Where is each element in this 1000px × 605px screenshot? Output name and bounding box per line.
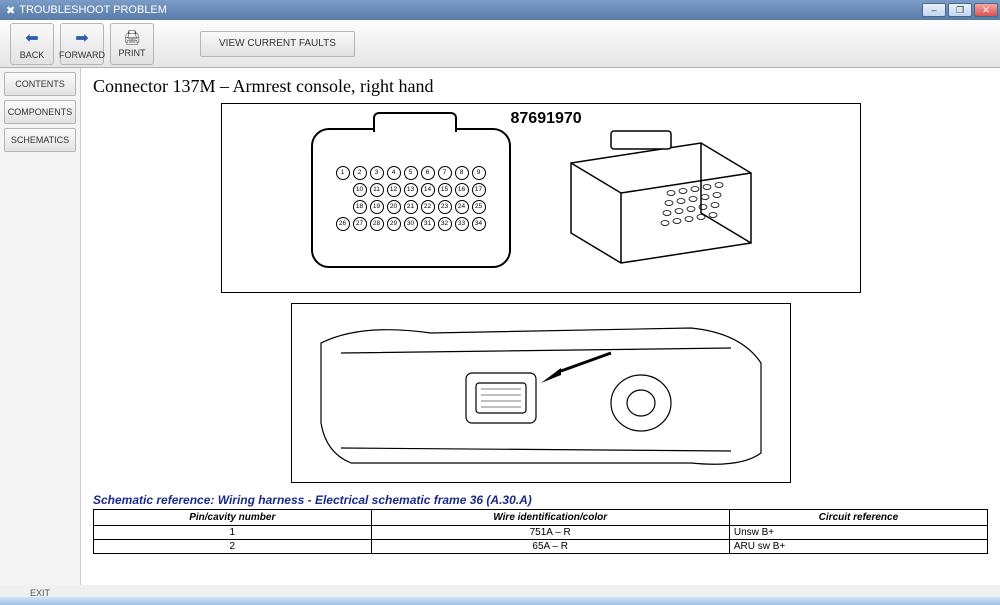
close-button[interactable]: ✕	[974, 3, 998, 17]
sidebar-schematics-label: SCHEMATICS	[11, 135, 69, 145]
arrow-right-icon: ➡	[75, 28, 88, 48]
table-row: 2 65A – R ARU sw B+	[94, 540, 988, 554]
table-row: 1 751A – R Unsw B+	[94, 526, 988, 540]
close-icon: ✕	[982, 5, 990, 16]
pin-grid: 123456789 1011121314151617 1819202122232…	[336, 166, 486, 231]
cell-pin: 1	[94, 526, 372, 540]
maximize-icon: ❐	[956, 5, 964, 16]
connector-face-view: 123456789 1011121314151617 1819202122232…	[311, 128, 511, 268]
col-pin: Pin/cavity number	[94, 510, 372, 526]
cell-pin: 2	[94, 540, 372, 554]
back-button[interactable]: ⬅ BACK	[10, 23, 54, 65]
maximize-button[interactable]: ❐	[948, 3, 972, 17]
window-titlebar: ✖ TROUBLESHOOT PROBLEM – ❐ ✕	[0, 0, 1000, 20]
back-label: BACK	[20, 50, 45, 60]
print-label: PRINT	[119, 48, 146, 58]
view-current-faults-button[interactable]: VIEW CURRENT FAULTS	[200, 31, 355, 57]
cell-wire: 65A – R	[371, 540, 729, 554]
sidebar-tab-schematics[interactable]: SCHEMATICS	[4, 128, 76, 152]
forward-button[interactable]: ➡ FORWARD	[60, 23, 104, 65]
col-circuit: Circuit reference	[729, 510, 987, 526]
sidebar-tab-components[interactable]: COMPONENTS	[4, 100, 76, 124]
os-taskbar	[0, 597, 1000, 605]
table-header-row: Pin/cavity number Wire identification/co…	[94, 510, 988, 526]
window-title: TROUBLESHOOT PROBLEM	[19, 4, 167, 16]
connector-location-diagram	[291, 303, 791, 483]
connector-diagram: 87691970 123456789 1011121314151617 1819…	[221, 103, 861, 293]
cell-circuit: Unsw B+	[729, 526, 987, 540]
sidebar-components-label: COMPONENTS	[8, 107, 73, 117]
print-button[interactable]: 🖨 PRINT	[110, 23, 154, 65]
arrow-left-icon: ⬅	[25, 28, 38, 48]
schematic-reference: Schematic reference: Wiring harness - El…	[93, 493, 988, 507]
minimize-icon: –	[931, 5, 936, 15]
content-pane[interactable]: Connector 137M – Armrest console, right …	[80, 68, 1000, 585]
forward-label: FORWARD	[59, 50, 105, 60]
sidebar-contents-label: CONTENTS	[15, 79, 65, 89]
toolbar: ⬅ BACK ➡ FORWARD 🖨 PRINT VIEW CURRENT FA…	[0, 20, 1000, 68]
page-title: Connector 137M – Armrest console, right …	[93, 76, 988, 97]
minimize-button[interactable]: –	[922, 3, 946, 17]
connector-isometric-view	[551, 123, 771, 273]
pin-table: Pin/cavity number Wire identification/co…	[93, 509, 988, 554]
cell-wire: 751A – R	[371, 526, 729, 540]
view-faults-label: VIEW CURRENT FAULTS	[219, 38, 336, 49]
app-icon: ✖	[6, 4, 15, 17]
sidebar: CONTENTS COMPONENTS SCHEMATICS EXIT	[0, 68, 80, 585]
col-wire: Wire identification/color	[371, 510, 729, 526]
print-icon: 🖨	[123, 29, 141, 46]
sidebar-tab-contents[interactable]: CONTENTS	[4, 72, 76, 96]
cell-circuit: ARU sw B+	[729, 540, 987, 554]
